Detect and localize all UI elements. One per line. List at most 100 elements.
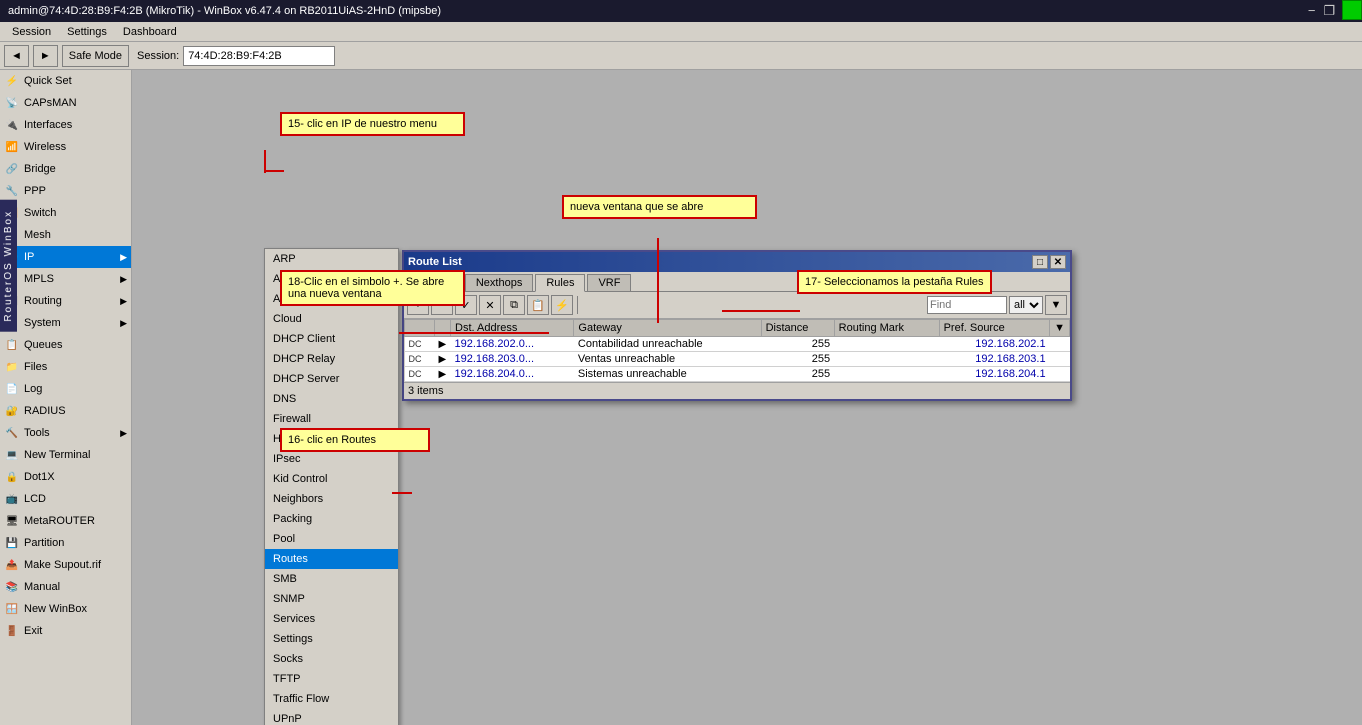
sidebar-item-system[interactable]: ⚙ System ▶ [0,312,131,334]
submenu-settings[interactable]: Settings [265,629,398,649]
table-row[interactable]: DC ▶ 192.168.203.0... Ventas unreachable… [405,352,1070,367]
cell-arrow3: ▶ [435,367,451,382]
main-area: ⚡ Quick Set 📡 CAPsMAN 🔌 Interfaces 📶 Wir… [0,70,1362,725]
sidebar-label-system: System [24,317,61,329]
annotation-new-window: nueva ventana que se abre [562,195,757,219]
submenu-services[interactable]: Services [265,609,398,629]
sidebar-item-metarouter[interactable]: 🖥 MetaROUTER [0,510,131,532]
find-dropdown[interactable]: all [1009,296,1043,314]
sidebar-item-radius[interactable]: 🔐 RADIUS [0,400,131,422]
sidebar-item-mpls[interactable]: 📦 MPLS ▶ [0,268,131,290]
sidebar-item-mesh[interactable]: 🕸 Mesh [0,224,131,246]
minimize-button[interactable]: − [1308,3,1316,19]
terminal-icon: 💻 [4,447,20,463]
col-expand[interactable]: ▼ [1050,320,1070,337]
tab-rules[interactable]: Rules [535,274,585,292]
sidebar-item-tools[interactable]: 🔨 Tools ▶ [0,422,131,444]
sidebar-item-switch[interactable]: 🔀 Switch [0,202,131,224]
sidebar-item-quick-set[interactable]: ⚡ Quick Set [0,70,131,92]
toolbar-separator [577,296,578,314]
sidebar-label-wireless: Wireless [24,141,66,153]
submenu-firewall[interactable]: Firewall [265,409,398,429]
reset-route-button[interactable]: ⚡ [551,295,573,315]
sidebar-item-log[interactable]: 📄 Log [0,378,131,400]
sidebar-item-dot1x[interactable]: 🔒 Dot1X [0,466,131,488]
submenu-upnp[interactable]: UPnP [265,709,398,725]
titlebar-title: admin@74:4D:28:B9:F4:2B (MikroTik) - Win… [8,5,441,17]
cell-routing-mark2 [834,352,939,367]
col-distance[interactable]: Distance [761,320,834,337]
submenu-smb[interactable]: SMB [265,569,398,589]
submenu-kid-control[interactable]: Kid Control [265,469,398,489]
ip-arrow-icon: ▶ [120,252,127,263]
submenu-dhcp-server[interactable]: DHCP Server [265,369,398,389]
submenu-dhcp-relay[interactable]: DHCP Relay [265,349,398,369]
sidebar-item-manual[interactable]: 📚 Manual [0,576,131,598]
submenu-ipsec[interactable]: IPsec [265,449,398,469]
sidebar-item-bridge[interactable]: 🔗 Bridge [0,158,131,180]
sidebar-item-partition[interactable]: 💾 Partition [0,532,131,554]
titlebar: admin@74:4D:28:B9:F4:2B (MikroTik) - Win… [0,0,1362,22]
sidebar-item-queues[interactable]: 📋 Queues [0,334,131,356]
find-input[interactable] [927,296,1007,314]
submenu-socks[interactable]: Socks [265,649,398,669]
routeros-watermark: RouterOS WinBox [0,200,17,332]
submenu-cloud[interactable]: Cloud [265,309,398,329]
sidebar-item-ppp[interactable]: 🔧 PPP [0,180,131,202]
sidebar-item-make-supout[interactable]: 📤 Make Supout.rif [0,554,131,576]
submenu-tftp[interactable]: TFTP [265,669,398,689]
sidebar-label-bridge: Bridge [24,163,56,175]
col-gateway[interactable]: Gateway [574,320,761,337]
filter-button[interactable]: ▼ [1045,295,1067,315]
submenu-arp[interactable]: ARP [265,249,398,269]
submenu-snmp[interactable]: SNMP [265,589,398,609]
cell-gateway1: Contabilidad unreachable [574,337,761,352]
supout-icon: 📤 [4,557,20,573]
cell-flag1: DC [405,337,435,352]
sidebar-item-routing[interactable]: 🛤 Routing ▶ [0,290,131,312]
safe-mode-button[interactable]: Safe Mode [62,45,129,67]
submenu-traffic-flow[interactable]: Traffic Flow [265,689,398,709]
sidebar-item-ip[interactable]: 🌐 IP ▶ [0,246,131,268]
menu-dashboard[interactable]: Dashboard [115,25,185,39]
tab-nexthops[interactable]: Nexthops [465,274,533,291]
col-routing-mark[interactable]: Routing Mark [834,320,939,337]
route-list-restore-button[interactable]: □ [1032,255,1048,269]
table-row[interactable]: DC ▶ 192.168.204.0... Sistemas unreachab… [405,367,1070,382]
sidebar-label-dot1x: Dot1X [24,471,55,483]
submenu-pool[interactable]: Pool [265,529,398,549]
submenu-packing[interactable]: Packing [265,509,398,529]
disable-route-button[interactable]: ✕ [479,295,501,315]
copy-route-button[interactable]: ⧉ [503,295,525,315]
radius-icon: 🔐 [4,403,20,419]
menu-session[interactable]: Session [4,25,59,39]
table-row[interactable]: DC ▶ 192.168.202.0... Contabilidad unrea… [405,337,1070,352]
restore-button[interactable]: ❐ [1323,3,1335,19]
sidebar-item-wireless[interactable]: 📶 Wireless [0,136,131,158]
col-pref-source[interactable]: Pref. Source [939,320,1050,337]
sidebar-item-interfaces[interactable]: 🔌 Interfaces [0,114,131,136]
cell-dst2: 192.168.203.0... [451,352,574,367]
sidebar-item-new-winbox[interactable]: 🪟 New WinBox [0,598,131,620]
sidebar-item-new-terminal[interactable]: 💻 New Terminal [0,444,131,466]
submenu-dhcp-client[interactable]: DHCP Client [265,329,398,349]
menubar: Session Settings Dashboard [0,22,1362,42]
tab-vrf[interactable]: VRF [587,274,631,291]
menu-settings[interactable]: Settings [59,25,115,39]
cell-routing-mark1 [834,337,939,352]
sidebar-item-capsman[interactable]: 📡 CAPsMAN [0,92,131,114]
cell-dst1: 192.168.202.0... [451,337,574,352]
sidebar-item-files[interactable]: 📁 Files [0,356,131,378]
sidebar-item-exit[interactable]: 🚪 Exit [0,620,131,642]
arrow-line-1b [264,150,266,173]
route-list-close-button[interactable]: ✕ [1050,255,1066,269]
sidebar-label-interfaces: Interfaces [24,119,72,131]
session-input[interactable] [183,46,335,66]
paste-route-button[interactable]: 📋 [527,295,549,315]
submenu-dns[interactable]: DNS [265,389,398,409]
back-button[interactable]: ◄ [4,45,29,67]
submenu-routes[interactable]: Routes [265,549,398,569]
sidebar-item-lcd[interactable]: 📺 LCD [0,488,131,510]
forward-button[interactable]: ► [33,45,58,67]
submenu-neighbors[interactable]: Neighbors [265,489,398,509]
